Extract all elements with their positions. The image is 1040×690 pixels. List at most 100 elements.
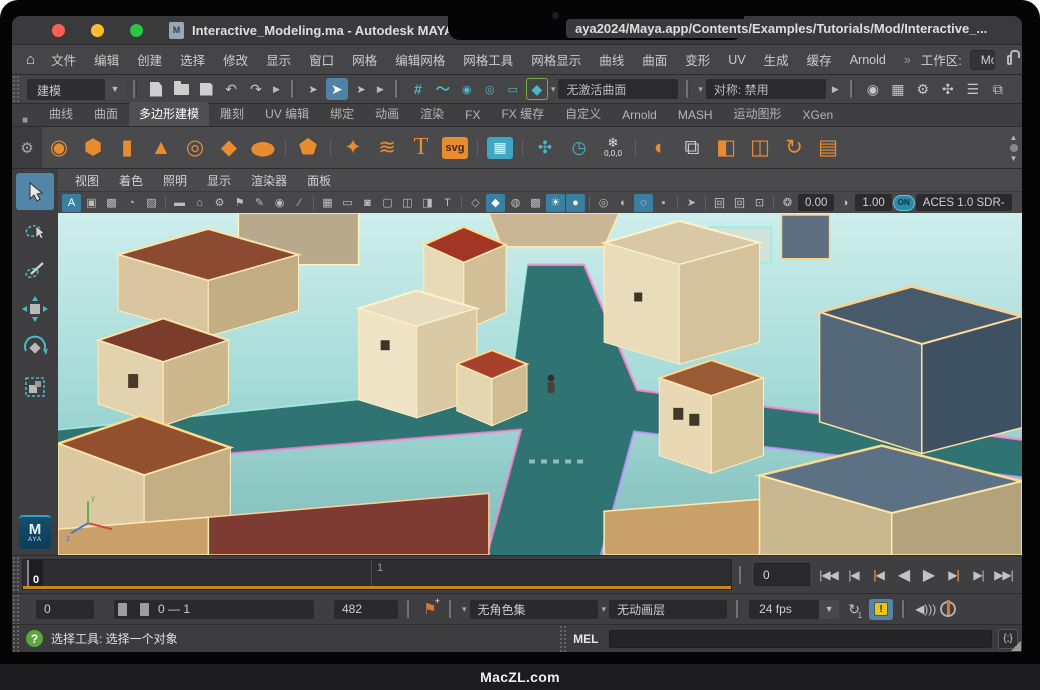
current-frame-field[interactable]: 0	[754, 563, 810, 586]
workspace-dropdown[interactable]: Modeling Tutorial* ▼	[970, 50, 995, 70]
chevron-down-icon[interactable]: ▼	[105, 79, 125, 100]
new-scene-button[interactable]	[145, 78, 167, 100]
gamma-field[interactable]: 1.00	[855, 194, 891, 211]
tab-curves[interactable]: 曲线	[39, 102, 83, 126]
redo-button[interactable]: ↷	[245, 78, 267, 100]
chevron-down-icon[interactable]: ▾	[462, 604, 467, 615]
go-to-start-button[interactable]: |◀◀	[816, 563, 841, 587]
smooth-button[interactable]: ↻	[777, 131, 811, 165]
delete-history-button[interactable]: ◷	[562, 131, 596, 165]
menu-cache[interactable]: 缓存	[799, 46, 840, 73]
separator[interactable]	[133, 80, 137, 98]
bookmark-icon[interactable]: ⚑	[230, 194, 249, 212]
tab-custom[interactable]: 自定义	[555, 102, 611, 126]
resolution-gate-icon[interactable]: ◙	[358, 194, 377, 212]
viewport-canvas[interactable]: y z	[58, 213, 1022, 555]
time-slider[interactable]: 0 1 0	[22, 559, 732, 590]
freeze-transform-button[interactable]: ❄0,0,0	[596, 131, 630, 165]
panel-menu-panels[interactable]: 面板	[298, 170, 340, 191]
camera-select-icon[interactable]: ▬	[170, 194, 189, 212]
menu-generate[interactable]: 生成	[756, 46, 797, 73]
rotate-tool-button[interactable]	[16, 329, 54, 366]
select-tool-button[interactable]	[16, 173, 54, 210]
range-start-handle[interactable]	[118, 603, 127, 616]
symmetry-field[interactable]: 对称: 禁用	[706, 79, 826, 99]
poly-disc-button[interactable]: ⬤	[246, 137, 280, 158]
tab-surfaces[interactable]: 曲面	[84, 102, 128, 126]
depth-of-field-icon[interactable]: ▪	[654, 194, 673, 212]
anim-layer-dropdown[interactable]: ▾ 无动画层	[602, 600, 728, 619]
drag-handle[interactable]	[12, 556, 20, 593]
select-component-button[interactable]: ➤	[351, 78, 371, 100]
drag-handle[interactable]	[12, 594, 20, 624]
tab-fx-caching[interactable]: FX 缓存	[491, 102, 554, 126]
tab-mash[interactable]: MASH	[668, 105, 723, 126]
frame-all-icon[interactable]: ▩	[102, 194, 121, 212]
range-slider[interactable]: 0 — 1	[114, 600, 314, 619]
expand-icon[interactable]: ▶	[829, 84, 842, 95]
field-chart-icon[interactable]: ◫	[398, 194, 417, 212]
move-tool-button[interactable]	[16, 290, 54, 327]
xray-icon[interactable]: 回	[710, 194, 729, 212]
render-settings-button[interactable]: ⚙	[912, 78, 934, 100]
tab-rigging[interactable]: 绑定	[320, 102, 364, 126]
shadows-icon[interactable]: ●	[566, 194, 585, 212]
character-set-dropdown[interactable]: ▾ 无角色集	[462, 600, 598, 619]
tab-xgen[interactable]: XGen	[793, 105, 844, 126]
textured-mode-icon[interactable]: ◍	[506, 194, 525, 212]
menu-mesh[interactable]: 网格	[344, 46, 385, 73]
chevron-down-icon[interactable]: ▾	[602, 604, 607, 615]
minimize-button[interactable]	[91, 24, 104, 37]
tab-poly-modeling[interactable]: 多边形建模	[129, 102, 209, 126]
modeling-toolkit-button[interactable]: ▦	[483, 131, 517, 165]
separator[interactable]	[850, 80, 854, 98]
separator[interactable]	[449, 600, 453, 618]
expand-icon[interactable]: ▶	[270, 84, 283, 95]
mute-audio-button[interactable]: ◀)))	[915, 602, 936, 616]
exposure-field[interactable]: 0.00	[798, 194, 834, 211]
platonic-solid-button[interactable]: ⬟	[291, 131, 325, 165]
separator[interactable]	[407, 600, 411, 618]
drag-handle[interactable]	[12, 625, 20, 652]
chevron-down-icon[interactable]: ▼	[819, 600, 839, 619]
exposure-icon[interactable]: ❂	[778, 194, 797, 212]
drag-handle[interactable]	[12, 75, 20, 103]
svg-tool-button[interactable]: svg	[438, 131, 472, 165]
separator[interactable]	[902, 600, 906, 618]
panel-menu-shading[interactable]: 着色	[110, 170, 152, 191]
snap-to-grid-button[interactable]: #	[407, 78, 429, 100]
panel-menu-show[interactable]: 显示	[198, 170, 240, 191]
character-set-field[interactable]: 无角色集	[470, 600, 598, 619]
snap-to-view-plane-button[interactable]: ▭	[503, 78, 523, 100]
home-icon[interactable]: ⌂	[24, 51, 41, 68]
auto-keyframe-toggle[interactable]	[940, 601, 956, 617]
type-tool-button[interactable]: T	[404, 131, 438, 165]
menu-surfaces[interactable]: 曲面	[634, 46, 675, 73]
step-back-frame-button[interactable]: |◀	[841, 563, 866, 587]
frame-selected-icon[interactable]: ▣	[82, 194, 101, 212]
tab-rendering[interactable]: 渲染	[410, 102, 454, 126]
gate-mask-icon[interactable]: ▢	[378, 194, 397, 212]
go-to-end-button[interactable]: ▶▶|	[991, 563, 1016, 587]
select-object-button[interactable]: ➤	[326, 78, 348, 100]
grid-toggle-icon[interactable]: ▦	[318, 194, 337, 212]
panel-menu-lighting[interactable]: 照明	[154, 170, 196, 191]
mel-input[interactable]	[609, 630, 993, 648]
scroll-knob[interactable]	[1010, 144, 1018, 152]
image-plane-icon[interactable]: ✎	[250, 194, 269, 212]
render-current-frame-button[interactable]: ▦	[887, 78, 909, 100]
make-live-button[interactable]: ◆	[526, 78, 548, 100]
menu-deform[interactable]: 变形	[677, 46, 718, 73]
menu-uv[interactable]: UV	[720, 49, 753, 71]
select-hierarchy-button[interactable]: ➤	[303, 78, 323, 100]
xray-joints-icon[interactable]: 回	[730, 194, 749, 212]
tab-fx[interactable]: FX	[455, 105, 490, 126]
motion-blur-icon[interactable]: ◐	[614, 194, 633, 212]
poly-sphere-button[interactable]: ◉	[42, 131, 76, 165]
screenshot-icon[interactable]: ▨	[142, 194, 161, 212]
quad-draw-button[interactable]: ◧	[709, 131, 743, 165]
light-editor-button[interactable]: ☰	[962, 78, 984, 100]
tab-animation[interactable]: 动画	[365, 102, 409, 126]
construction-axes-button[interactable]: ✣	[528, 131, 562, 165]
camera-attributes-icon[interactable]: ⚙	[210, 194, 229, 212]
